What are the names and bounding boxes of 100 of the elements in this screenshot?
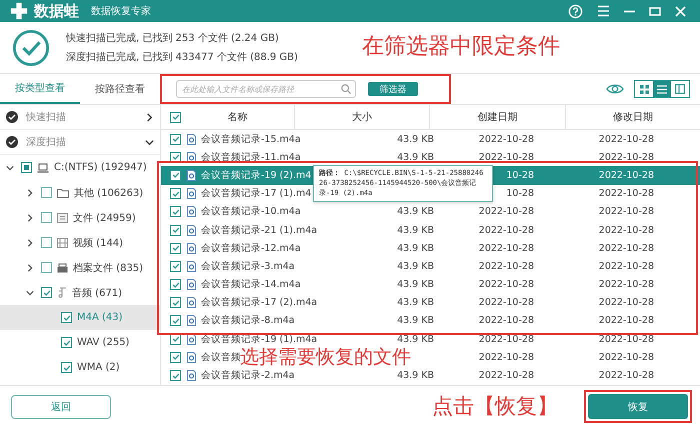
file-size: 43.9 KB xyxy=(397,134,434,145)
checkbox[interactable] xyxy=(170,170,181,181)
checkbox[interactable] xyxy=(170,134,181,145)
chevron-right-icon[interactable] xyxy=(26,214,34,222)
file-size: 43.9 KB xyxy=(397,242,434,254)
list-view-button[interactable] xyxy=(653,81,671,97)
modified-date: 2022-10-28 xyxy=(598,188,654,200)
audio-file-icon xyxy=(187,279,196,290)
file-name: 会议音频记录-21 (1).m4a xyxy=(201,224,318,237)
column-header[interactable]: 大小 xyxy=(352,110,372,124)
split-panel-icon xyxy=(675,84,685,94)
checkbox[interactable] xyxy=(170,242,181,254)
file-name: 会议音频记录-17 (2).m4a xyxy=(201,296,318,310)
cross-logo-icon xyxy=(10,2,28,20)
modified-date: 2022-10-28 xyxy=(598,315,654,326)
tree-label[interactable]: 视频 (144) xyxy=(73,236,124,250)
checkbox[interactable] xyxy=(170,279,181,290)
film-icon xyxy=(57,238,68,248)
view-tab[interactable]: 按路径查看 xyxy=(80,74,160,104)
file-name: 会议音频记录-14.m4a xyxy=(201,278,301,292)
scan-summary-text: 深度扫描已完成, 已找到 433477 个文件 (88.9 GB) xyxy=(66,50,298,64)
column-header[interactable]: 创建日期 xyxy=(478,110,518,124)
help-icon[interactable] xyxy=(568,4,583,18)
column-header[interactable]: 名称 xyxy=(228,110,248,124)
audio-file-icon xyxy=(187,134,196,145)
created-date: 2022-10-28 xyxy=(478,260,534,272)
checkbox[interactable] xyxy=(170,152,181,163)
audio-file-icon xyxy=(187,370,196,382)
file-name: 会议音频记录-8.m4a xyxy=(201,314,295,328)
file-size: 43.9 KB xyxy=(397,260,434,272)
checkbox[interactable] xyxy=(170,297,181,308)
checkbox[interactable] xyxy=(61,337,72,348)
checkbox[interactable] xyxy=(170,370,181,382)
checkbox[interactable] xyxy=(170,352,181,363)
checkbox[interactable] xyxy=(61,362,72,373)
tree-label[interactable]: 音频 (671) xyxy=(72,286,122,300)
chevron-right-icon[interactable] xyxy=(26,238,34,246)
music-note-icon xyxy=(57,287,67,298)
checkbox[interactable] xyxy=(61,312,72,323)
file-name: 会议音频记录-15.m4a xyxy=(201,132,301,146)
tree-label[interactable]: C:(NTFS) (192947) xyxy=(54,162,147,173)
created-date: 2022-10-28 xyxy=(478,297,534,308)
menu-icon[interactable] xyxy=(597,5,610,17)
checkbox[interactable] xyxy=(170,188,181,200)
created-date: 2022-10-28 xyxy=(478,224,534,236)
file-size: 43.9 KB xyxy=(397,334,434,345)
checkbox[interactable] xyxy=(170,224,181,236)
scan-section[interactable]: 深度扫描 xyxy=(0,130,160,155)
modified-date: 2022-10-28 xyxy=(598,334,654,345)
modified-date: 2022-10-28 xyxy=(598,206,654,218)
search-field[interactable]: 在此处输入文件名称或保存路径 xyxy=(176,80,356,98)
recover-button[interactable]: 恢复 xyxy=(588,394,688,419)
chevron-down-icon[interactable] xyxy=(6,164,14,172)
filter-button[interactable]: 筛选器 xyxy=(368,82,418,96)
tree-label[interactable]: WAV (255) xyxy=(77,337,130,348)
file-name: 会议音频记录-3.m4a xyxy=(201,260,295,273)
tree-label[interactable]: WMA (2) xyxy=(77,362,120,373)
checkbox[interactable] xyxy=(170,315,181,326)
scan-section[interactable]: 快速扫描 xyxy=(0,105,160,130)
checkbox[interactable] xyxy=(41,212,52,223)
audio-file-icon xyxy=(187,152,196,163)
chevron-down-icon[interactable] xyxy=(26,288,34,296)
eye-icon[interactable] xyxy=(606,83,624,95)
search-icon xyxy=(341,84,351,94)
maximize-icon[interactable] xyxy=(649,6,661,16)
file-size: 43.9 KB xyxy=(397,152,434,163)
modified-date: 2022-10-28 xyxy=(598,242,654,254)
checkbox[interactable] xyxy=(41,237,52,248)
tree-label[interactable]: 文件 (24959) xyxy=(73,210,136,224)
created-date: 2022-10-28 xyxy=(478,242,534,254)
created-date: 10-28 xyxy=(506,170,534,181)
audio-file-icon xyxy=(187,242,196,254)
back-button[interactable]: 返回 xyxy=(11,394,111,418)
created-date: 10-28 xyxy=(506,188,534,200)
created-date: 2022-10-28 xyxy=(478,206,534,218)
check-circle-icon xyxy=(6,136,18,148)
column-header[interactable]: 修改日期 xyxy=(613,110,653,124)
checkbox[interactable] xyxy=(41,187,52,198)
chevron-right-icon[interactable] xyxy=(26,188,34,196)
modified-date: 2022-10-28 xyxy=(598,152,654,163)
minimize-icon[interactable] xyxy=(624,10,635,12)
file-size: 43.9 KB xyxy=(397,370,434,382)
view-tab[interactable]: 按类型查看 xyxy=(0,74,80,104)
select-all-checkbox[interactable] xyxy=(170,112,181,122)
checkbox[interactable] xyxy=(41,262,52,273)
modified-date: 2022-10-28 xyxy=(598,134,654,145)
checkbox[interactable] xyxy=(170,206,181,218)
chevron-right-icon[interactable] xyxy=(26,264,34,272)
modified-date: 2022-10-28 xyxy=(598,279,654,290)
tree-label[interactable]: 档案文件 (835) xyxy=(73,260,144,274)
checkbox[interactable] xyxy=(41,287,52,298)
checkbox[interactable] xyxy=(21,162,32,173)
check-circle-icon xyxy=(6,111,18,123)
created-date: 2022-10-28 xyxy=(478,334,534,345)
audio-file-icon xyxy=(187,224,196,236)
checkbox[interactable] xyxy=(170,260,181,272)
file-name: 会议音频 xyxy=(201,352,241,363)
modified-date: 2022-10-28 xyxy=(598,170,654,181)
close-icon[interactable] xyxy=(675,6,686,16)
tree-label[interactable]: 其他 (106263) xyxy=(74,186,144,200)
